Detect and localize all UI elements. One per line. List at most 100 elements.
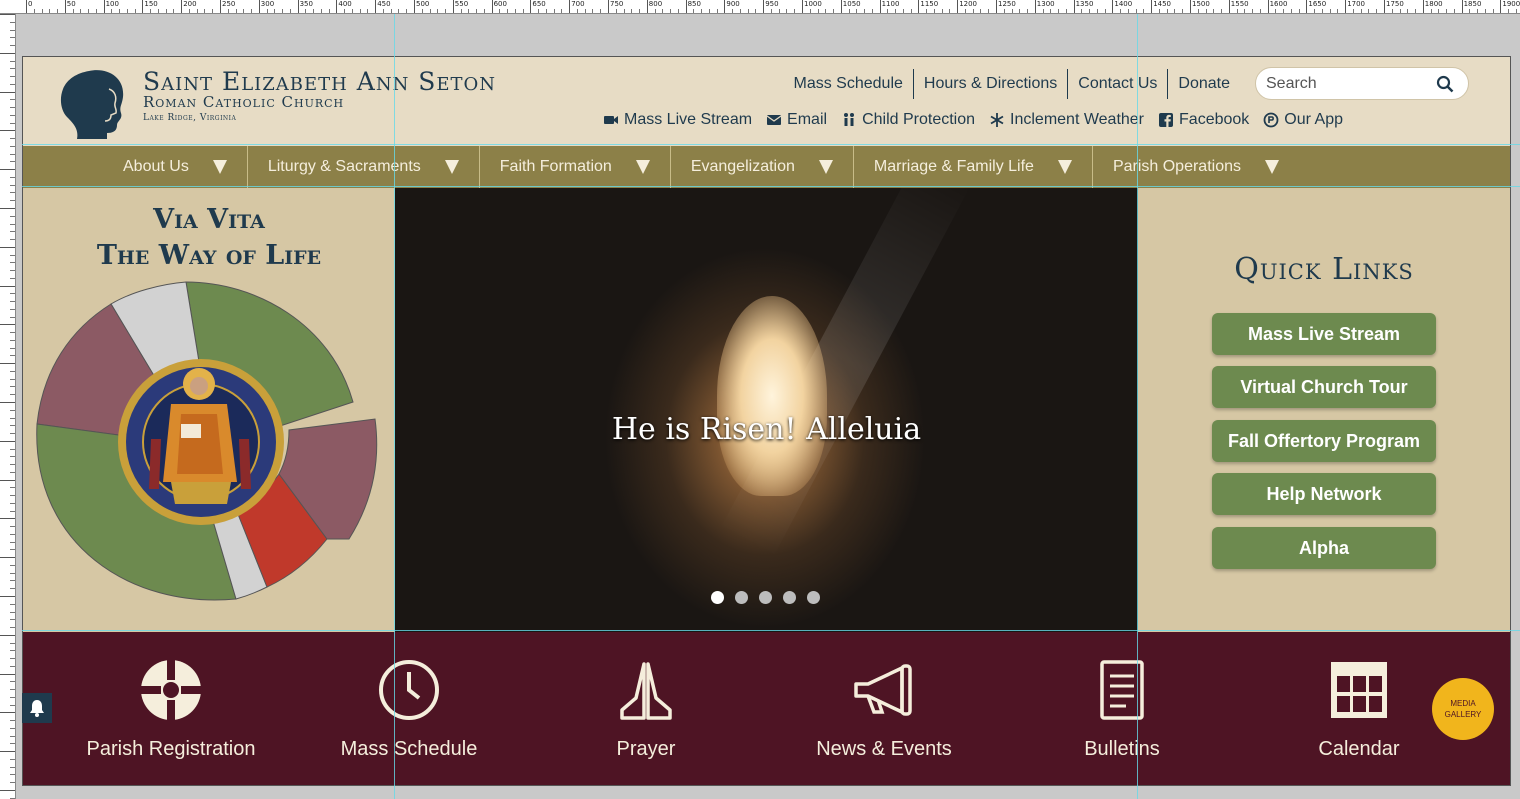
- via-vita-title-line1: Via Vita: [153, 204, 265, 235]
- ruler-minor-tick: [1244, 9, 1246, 13]
- ruler-minor-tick: [1252, 9, 1254, 13]
- ruler-minor-tick: [10, 774, 15, 776]
- sub-link-inclement-weather[interactable]: Inclement Weather: [989, 111, 1144, 129]
- ruler-minor-tick: [856, 9, 858, 13]
- ruler-minor-tick: [677, 9, 679, 13]
- ruler-minor-tick: [344, 9, 346, 13]
- dropdown-triangle-icon: [444, 160, 459, 174]
- quick-link-alpha[interactable]: Alpha: [1212, 527, 1436, 569]
- ruler-minor-tick: [445, 9, 447, 13]
- search-input[interactable]: [1266, 74, 1436, 93]
- carousel-dot[interactable]: [783, 591, 796, 604]
- ruler-minor-tick: [274, 9, 276, 13]
- ruler-minor-tick: [1089, 9, 1091, 13]
- nav-item-faith-formation[interactable]: Faith Formation: [480, 146, 671, 188]
- way-of-life-wheel-graphic[interactable]: [31, 274, 381, 609]
- sub-link-label: Our App: [1284, 111, 1343, 128]
- bottom-link-news-events[interactable]: News & Events: [774, 658, 994, 761]
- bottom-link-mass-schedule[interactable]: Mass Schedule: [299, 658, 519, 761]
- ruler-minor-tick: [437, 9, 439, 13]
- ruler-minor-tick: [553, 9, 555, 13]
- ruler-minor-tick: [615, 9, 617, 13]
- ruler-minor-tick: [933, 9, 935, 13]
- ruler-minor-tick: [499, 9, 501, 13]
- sub-link-label: Email: [787, 111, 828, 128]
- ruler-minor-tick: [1182, 9, 1184, 13]
- ruler-minor-tick: [1407, 9, 1409, 13]
- ruler-minor-tick: [654, 9, 656, 13]
- ruler-minor-tick: [1492, 9, 1494, 13]
- quick-link-virtual-church-tour[interactable]: Virtual Church Tour: [1212, 366, 1436, 408]
- ruler-minor-tick: [10, 502, 15, 504]
- sub-link-our-app[interactable]: Our App: [1263, 111, 1343, 129]
- top-link-mass-schedule[interactable]: Mass Schedule: [784, 69, 913, 99]
- top-link-hours-directions[interactable]: Hours & Directions: [912, 69, 1067, 99]
- notification-bell-button[interactable]: [22, 693, 52, 723]
- ruler-minor-tick: [1019, 9, 1021, 13]
- secondary-links: Mass Live Stream Email Child Protection …: [603, 111, 1343, 129]
- carousel-dot[interactable]: [807, 591, 820, 604]
- ruler-minor-tick: [10, 60, 15, 62]
- ruler-minor-tick: [1197, 9, 1199, 13]
- nav-item-marriage-family-life[interactable]: Marriage & Family Life: [854, 146, 1093, 188]
- top-ruler: 0 50 100 150 200 250 300 350 400 450 500 550 600 650 7…: [0, 0, 1520, 14]
- ruler-minor-tick: [887, 9, 889, 13]
- nav-item-label: About Us: [123, 158, 189, 175]
- app-icon: [1263, 112, 1279, 128]
- sub-link-child-protection[interactable]: Child Protection: [841, 111, 975, 129]
- main-nav: About Us Liturgy & Sacraments Faith Form…: [23, 146, 1510, 188]
- ruler-minor-tick: [289, 9, 291, 13]
- bottom-link-parish-registration[interactable]: Parish Registration: [61, 658, 281, 761]
- ruler-minor-tick: [825, 9, 827, 13]
- sub-link-mass-live-stream[interactable]: Mass Live Stream: [603, 111, 752, 129]
- carousel-dot[interactable]: [735, 591, 748, 604]
- parish-name[interactable]: Saint Elizabeth Ann Seton: [143, 67, 496, 96]
- ruler-minor-tick: [10, 21, 15, 23]
- ruler-minor-tick: [1415, 9, 1417, 13]
- ruler-minor-tick: [770, 9, 772, 13]
- ruler-minor-tick: [10, 689, 15, 691]
- sub-link-email[interactable]: Email: [766, 111, 827, 129]
- carousel-dot[interactable]: [759, 591, 772, 604]
- nav-item-liturgy-sacraments[interactable]: Liturgy & Sacraments: [248, 146, 480, 188]
- nav-item-evangelization[interactable]: Evangelization: [671, 146, 854, 188]
- ruler-tick: [0, 169, 15, 171]
- top-link-donate[interactable]: Donate: [1167, 69, 1240, 99]
- guide-line: [22, 144, 1520, 145]
- saint-profile-logo-icon[interactable]: [59, 67, 129, 139]
- ruler-minor-tick: [623, 9, 625, 13]
- ruler-minor-tick: [1096, 9, 1098, 13]
- ruler-tick: 0: [26, 0, 32, 13]
- ruler-minor-tick: [320, 9, 322, 13]
- nav-item-parish-operations[interactable]: Parish Operations: [1093, 146, 1299, 188]
- top-link-contact-us[interactable]: Contact Us: [1067, 69, 1167, 99]
- ruler-minor-tick: [1314, 9, 1316, 13]
- ruler-minor-tick: [10, 448, 15, 450]
- envelope-icon: [766, 115, 782, 125]
- search-icon[interactable]: [1436, 75, 1454, 93]
- ruler-minor-tick: [1430, 9, 1432, 13]
- ruler-minor-tick: [134, 9, 136, 13]
- nav-item-about-us[interactable]: About Us: [103, 146, 248, 188]
- search-box[interactable]: [1255, 67, 1469, 100]
- media-gallery-button[interactable]: MEDIA GALLERY: [1432, 678, 1494, 740]
- parish-location: Lake Ridge, Virginia: [143, 113, 237, 123]
- hero-carousel[interactable]: He is Risen! Alleluia: [395, 188, 1138, 632]
- quick-link-fall-offertory-program[interactable]: Fall Offertory Program: [1212, 420, 1436, 462]
- bottom-link-bulletins[interactable]: Bulletins: [1012, 658, 1232, 761]
- ruler-minor-tick: [1515, 9, 1517, 13]
- ruler-minor-tick: [111, 9, 113, 13]
- ruler-minor-tick: [204, 9, 206, 13]
- ruler-tick: 1250: [996, 0, 1016, 13]
- ruler-tick: [0, 479, 15, 481]
- ruler-minor-tick: [778, 9, 780, 13]
- carousel-dots: [711, 591, 820, 604]
- ruler-minor-tick: [1027, 9, 1029, 13]
- bottom-link-prayer[interactable]: Prayer: [536, 658, 756, 761]
- quick-link-mass-live-stream[interactable]: Mass Live Stream: [1212, 313, 1436, 355]
- quick-link-help-network[interactable]: Help Network: [1212, 473, 1436, 515]
- ruler-minor-tick: [10, 277, 15, 279]
- sub-link-facebook[interactable]: Facebook: [1158, 111, 1249, 129]
- ruler-tick: 1400: [1112, 0, 1132, 13]
- carousel-dot[interactable]: [711, 591, 724, 604]
